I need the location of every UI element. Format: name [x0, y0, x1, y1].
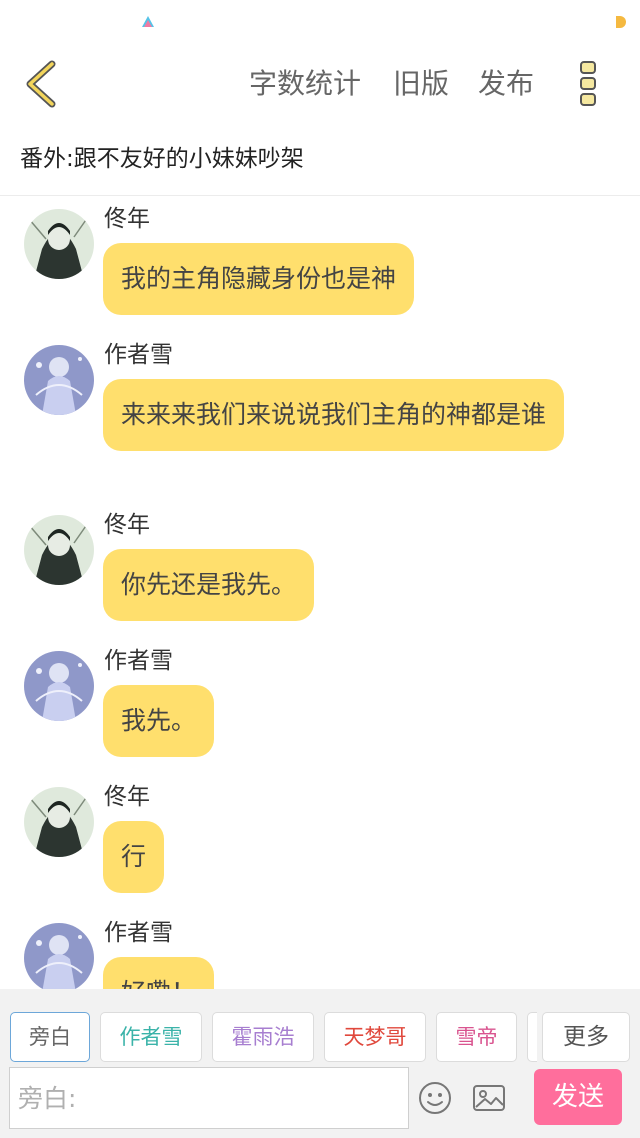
role-chip-huo-yuhao[interactable]: 霍雨浩: [212, 1012, 314, 1062]
chat-message-list[interactable]: 佟年 我的主角隐藏身份也是神 作者雪 来来来我们来说说我们主角的神都是谁 佟年 …: [0, 197, 640, 989]
chapter-title: 番外:跟不友好的小妹妹吵架: [20, 146, 304, 172]
back-chevron-icon[interactable]: [18, 56, 66, 112]
avatar-tongnian[interactable]: [24, 515, 94, 585]
more-roles-button[interactable]: 更多: [542, 1012, 630, 1062]
image-icon[interactable]: [472, 1081, 506, 1115]
role-chip-overflow[interactable]: [527, 1012, 537, 1062]
send-button[interactable]: 发送: [534, 1069, 622, 1125]
publish-button[interactable]: 发布: [478, 66, 534, 102]
message-sender: 作者雪: [104, 342, 173, 368]
more-vertical-icon[interactable]: [574, 56, 604, 112]
message-input[interactable]: [9, 1067, 409, 1129]
role-chip-narrator[interactable]: 旁白: [10, 1012, 90, 1062]
top-toolbar: 字数统计 旧版 发布: [0, 44, 640, 124]
avatar-tongnian[interactable]: [24, 209, 94, 279]
message-sender: 作者雪: [104, 648, 173, 674]
old-version-button[interactable]: 旧版: [393, 66, 449, 102]
chapter-title-row[interactable]: 番外:跟不友好的小妹妹吵架: [0, 124, 640, 196]
word-count-button[interactable]: 字数统计: [249, 66, 361, 102]
message-sender: 作者雪: [104, 920, 173, 946]
avatar-tongnian[interactable]: [24, 787, 94, 857]
message-sender: 佟年: [104, 512, 150, 538]
message-bubble[interactable]: 行: [103, 821, 165, 893]
message-bubble[interactable]: 来来来我们来说说我们主角的神都是谁: [103, 379, 565, 451]
message-bubble[interactable]: 我先。: [103, 685, 215, 757]
role-chip-tianmeng[interactable]: 天梦哥: [324, 1012, 426, 1062]
role-chip-xuedi[interactable]: 雪帝: [436, 1012, 517, 1062]
status-bar: [0, 0, 640, 44]
message-sender: 佟年: [104, 206, 150, 232]
role-chip-author[interactable]: 作者雪: [100, 1012, 202, 1062]
avatar-author[interactable]: [24, 345, 94, 415]
avatar-author[interactable]: [24, 923, 94, 989]
message-sender: 佟年: [104, 784, 150, 810]
message-bubble[interactable]: 你先还是我先。: [103, 549, 315, 621]
message-bubble[interactable]: 好嘞！: [103, 957, 215, 989]
message-input-bar: 发送: [0, 1065, 640, 1138]
message-bubble[interactable]: 我的主角隐藏身份也是神: [103, 243, 415, 315]
battery-icon: [616, 16, 626, 28]
smiley-icon[interactable]: [418, 1081, 452, 1115]
app-notification-icon: [142, 16, 154, 27]
role-selector-bar: 旁白 作者雪 霍雨浩 天梦哥 雪帝 更多: [0, 989, 640, 1065]
avatar-author[interactable]: [24, 651, 94, 721]
